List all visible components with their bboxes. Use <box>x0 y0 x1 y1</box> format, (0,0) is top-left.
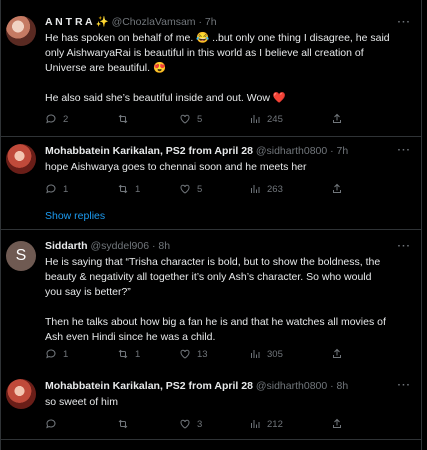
tweet-reply-mohabbatein-1[interactable]: Mohabbatein Karikalan, PS2 from April 28… <box>0 137 421 227</box>
tweet-text: He has spoken on behalf of me. 😂 ..but o… <box>45 32 390 104</box>
heart-icon <box>180 114 190 124</box>
reply-icon <box>46 419 56 429</box>
avatar[interactable] <box>6 379 36 409</box>
tweet-text: so sweet of him <box>45 396 118 408</box>
author-handle-time[interactable]: @sidharth0800 · 7h <box>256 145 348 157</box>
more-options-icon[interactable]: ··· <box>398 16 412 28</box>
views-icon <box>251 350 260 358</box>
tweet-siddarth[interactable]: S Siddarth @syddel906 · 8h He is saying … <box>0 230 421 370</box>
like-button[interactable]: 3 <box>179 418 202 430</box>
heart-icon <box>180 419 190 429</box>
avatar[interactable] <box>6 16 36 46</box>
author-name[interactable]: Mohabbatein Karikalan, PS2 from April 28 <box>45 380 253 392</box>
avatar[interactable] <box>6 144 36 174</box>
reply-icon <box>46 184 56 194</box>
like-button[interactable]: 5 <box>179 113 202 125</box>
reply-button[interactable] <box>45 418 63 430</box>
reply-button[interactable]: 2 <box>45 113 68 125</box>
retweet-icon <box>118 419 128 429</box>
retweet-icon <box>118 114 128 124</box>
views-button[interactable]: 245 <box>249 113 283 125</box>
divider <box>0 439 421 440</box>
share-button[interactable] <box>331 418 343 430</box>
author-handle-time[interactable]: @sidharth0800 · 8h <box>256 380 348 392</box>
views-button[interactable]: 212 <box>249 418 283 430</box>
show-replies-link[interactable]: Show replies <box>45 210 105 222</box>
share-icon <box>333 348 341 358</box>
retweet-icon <box>118 349 128 359</box>
author-handle-time[interactable]: @ChozlaVamsam · 7h <box>112 16 217 28</box>
share-button[interactable] <box>331 113 343 125</box>
heart-icon <box>180 349 190 359</box>
share-icon <box>333 183 341 193</box>
author-name[interactable]: A N T R A <box>45 16 93 28</box>
share-icon <box>333 113 341 123</box>
like-button[interactable]: 13 <box>179 348 208 360</box>
tweet-text: He is saying that “Trisha character is b… <box>45 256 386 343</box>
reply-icon <box>46 114 56 124</box>
reply-button[interactable]: 1 <box>45 183 68 195</box>
reply-icon <box>46 349 56 359</box>
share-button[interactable] <box>331 348 343 360</box>
views-button[interactable]: 305 <box>249 348 283 360</box>
like-button[interactable]: 5 <box>179 183 202 195</box>
more-options-icon[interactable]: ··· <box>398 240 412 252</box>
reply-button[interactable]: 1 <box>45 348 68 360</box>
author-name[interactable]: Siddarth <box>45 240 88 252</box>
more-options-icon[interactable]: ··· <box>398 144 412 156</box>
avatar[interactable]: S <box>6 241 36 271</box>
views-button[interactable]: 263 <box>249 183 283 195</box>
tweet-antra[interactable]: A N T R A ✨ @ChozlaVamsam · 7h He has sp… <box>0 0 421 136</box>
author-handle-time[interactable]: @syddel906 · 8h <box>91 240 171 252</box>
tweet-reply-mohabbatein-2[interactable]: Mohabbatein Karikalan, PS2 from April 28… <box>0 372 421 437</box>
retweet-button[interactable]: 1 <box>117 183 140 195</box>
views-icon <box>251 115 260 123</box>
views-icon <box>251 185 260 193</box>
author-name[interactable]: Mohabbatein Karikalan, PS2 from April 28 <box>45 145 253 157</box>
views-icon <box>251 420 260 428</box>
retweet-button[interactable]: 1 <box>117 348 140 360</box>
sparkle-icon: ✨ <box>95 16 109 28</box>
more-options-icon[interactable]: ··· <box>398 379 412 391</box>
share-button[interactable] <box>331 183 343 195</box>
tweet-text: hope Aishwarya goes to chennai soon and … <box>45 161 307 173</box>
retweet-icon <box>118 184 128 194</box>
heart-icon <box>180 184 190 194</box>
retweet-button[interactable] <box>117 418 135 430</box>
share-icon <box>333 418 341 428</box>
retweet-button[interactable] <box>117 113 135 125</box>
